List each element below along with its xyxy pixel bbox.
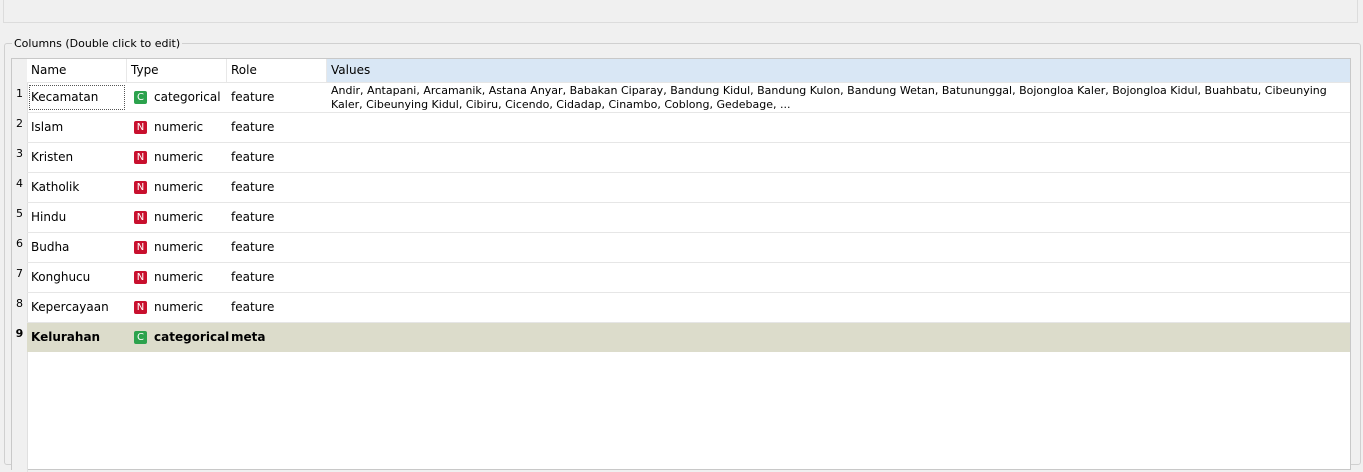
table-row[interactable]: 7 Konghucu Nnumeric feature	[16, 262, 1350, 292]
row-number: 5	[16, 207, 23, 220]
row-number: 1	[16, 87, 23, 100]
cell-type[interactable]: Nnumeric	[127, 143, 227, 172]
header-name[interactable]: Name	[27, 59, 127, 82]
cell-type[interactable]: Nnumeric	[127, 203, 227, 232]
cell-role[interactable]: feature	[227, 263, 327, 292]
cell-values	[327, 323, 1349, 352]
table-row[interactable]: 8 Kepercayaan Nnumeric feature	[16, 292, 1350, 322]
row-number: 3	[16, 147, 23, 160]
cell-name[interactable]: Katholik	[27, 173, 127, 202]
cell-role[interactable]: feature	[227, 143, 327, 172]
cell-type[interactable]: Nnumeric	[127, 233, 227, 262]
table-row[interactable]: 5 Hindu Nnumeric feature	[16, 202, 1350, 232]
cell-values	[327, 203, 1349, 232]
cell-type[interactable]: Nnumeric	[127, 113, 227, 142]
cell-role[interactable]: feature	[227, 173, 327, 202]
row-number: 9	[15, 327, 24, 340]
table-row[interactable]: 2 Islam Nnumeric feature	[16, 112, 1350, 142]
type-label: numeric	[154, 210, 204, 224]
numeric-icon: N	[134, 211, 147, 224]
cell-values	[327, 143, 1349, 172]
cell-values	[327, 293, 1349, 322]
cell-values	[327, 113, 1349, 142]
numeric-icon: N	[134, 121, 147, 134]
type-label: numeric	[154, 240, 204, 254]
numeric-icon: N	[134, 241, 147, 254]
cell-type[interactable]: Nnumeric	[127, 263, 227, 292]
cell-name[interactable]: Kristen	[27, 143, 127, 172]
header-type[interactable]: Type	[127, 59, 227, 82]
cell-values: Andir, Antapani, Arcamanik, Astana Anyar…	[331, 84, 1327, 111]
cell-name[interactable]: Hindu	[27, 203, 127, 232]
table-header: Name Type Role Values	[12, 59, 1350, 82]
cell-values	[327, 173, 1349, 202]
type-label: numeric	[154, 270, 204, 284]
type-label: numeric	[154, 180, 204, 194]
type-label: numeric	[154, 300, 204, 314]
table-row[interactable]: 9 Kelurahan Ccategorical meta	[16, 322, 1350, 352]
table-row[interactable]: 4 Katholik Nnumeric feature	[16, 172, 1350, 202]
cell-role[interactable]: meta	[227, 323, 327, 352]
cell-values	[327, 233, 1349, 262]
header-role[interactable]: Role	[227, 59, 327, 82]
top-panel	[3, 0, 1358, 23]
groupbox-title: Columns (Double click to edit)	[12, 37, 183, 50]
cell-role[interactable]: feature	[227, 113, 327, 142]
row-number: 6	[16, 237, 23, 250]
table-row[interactable]: 3 Kristen Nnumeric feature	[16, 142, 1350, 172]
numeric-icon: N	[134, 271, 147, 284]
table-row[interactable]: 1 Kecamatan Ccategorical feature Andir, Anta…	[16, 82, 1350, 112]
header-values[interactable]: Values	[327, 59, 1350, 82]
row-number: 4	[16, 177, 23, 190]
cell-name[interactable]: Konghucu	[27, 263, 127, 292]
type-label: categorical	[154, 330, 230, 344]
cell-name[interactable]: Kelurahan	[27, 323, 127, 352]
cell-role[interactable]: feature	[227, 83, 327, 112]
row-number: 2	[16, 117, 23, 130]
type-label: numeric	[154, 120, 204, 134]
cell-name[interactable]: Islam	[27, 113, 127, 142]
categorical-icon: C	[134, 331, 147, 344]
cell-type[interactable]: Nnumeric	[127, 173, 227, 202]
numeric-icon: N	[134, 151, 147, 164]
type-label: numeric	[154, 150, 204, 164]
table-row[interactable]: 6 Budha Nnumeric feature	[16, 232, 1350, 262]
cell-role[interactable]: feature	[227, 203, 327, 232]
type-label: categorical	[154, 90, 221, 104]
header-corner	[12, 59, 28, 82]
row-number: 7	[16, 267, 23, 280]
cell-type[interactable]: Ccategorical	[127, 323, 230, 352]
columns-table[interactable]: Name Type Role Values 1 Kecamatan Ccategor…	[11, 58, 1351, 472]
numeric-icon: N	[134, 301, 147, 314]
row-number: 8	[16, 297, 23, 310]
cell-name[interactable]: Kecamatan	[27, 83, 127, 112]
categorical-icon: C	[134, 91, 147, 104]
cell-role[interactable]: feature	[227, 233, 327, 262]
cell-type[interactable]: Ccategorical	[127, 83, 227, 112]
cell-role[interactable]: feature	[227, 293, 327, 322]
numeric-icon: N	[134, 181, 147, 194]
cell-name[interactable]: Kepercayaan	[27, 293, 127, 322]
cell-values	[327, 263, 1349, 292]
cell-name[interactable]: Budha	[27, 233, 127, 262]
cell-type[interactable]: Nnumeric	[127, 293, 227, 322]
